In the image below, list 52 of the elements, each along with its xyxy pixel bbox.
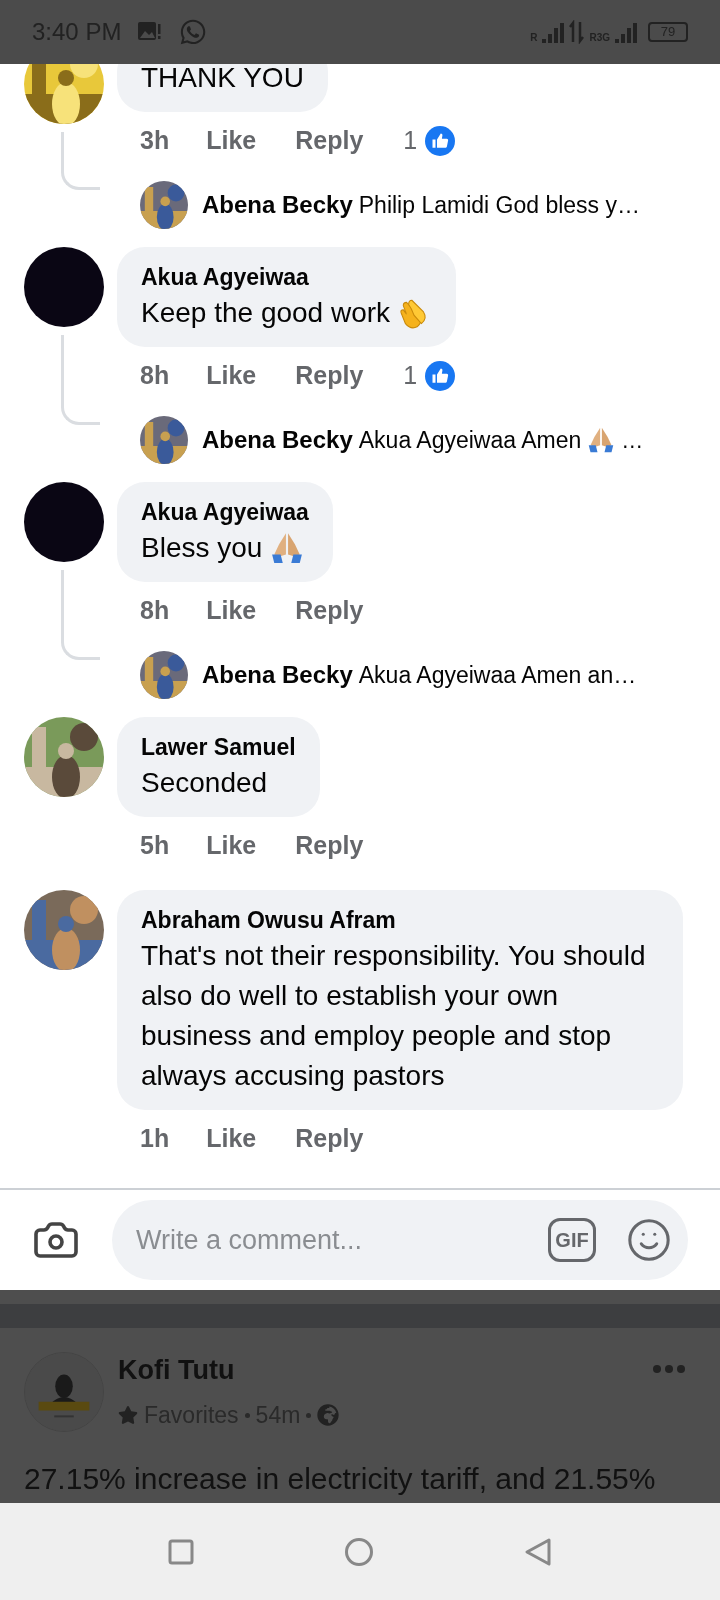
reply-link[interactable]: Reply [295,357,364,395]
reply-link[interactable]: Reply [295,122,364,160]
whatsapp-icon [179,18,208,46]
comment-text: Seconded [141,766,268,800]
reply-author[interactable]: Abena Becky [202,187,353,223]
globe-icon [317,1404,340,1427]
reply-author[interactable]: Abena Becky [202,657,353,693]
like-link[interactable]: Like [206,122,257,160]
like-reaction-icon [425,361,456,391]
like-link[interactable]: Like [206,827,257,865]
reply-text: Akua Agyeiwaa Amen [358,425,582,455]
commenter-name[interactable]: Abraham Owusu Afram [141,904,659,936]
reply-text: Philip Lamidi God bless y… [358,190,640,220]
like-count: 1 [403,125,418,157]
comment-text: Keep the good work [141,296,391,330]
praying-hands-icon [270,531,305,565]
comment-time: 8h [140,360,170,392]
ellipsis: … [621,426,644,455]
emoji-icon[interactable] [626,1217,672,1263]
praying-hands-icon [587,426,616,454]
comment-time: 1h [140,1123,170,1155]
comment-text: THANK YOU [141,64,304,95]
commenter-name[interactable]: Akua Agyeiwaa [141,261,433,293]
reply-author[interactable]: Abena Becky [202,422,353,458]
like-link[interactable]: Like [206,1120,257,1158]
comment-text: That's not their responsibility. You should also do well to establish your own business and employ people and stop always accusing pastors [141,939,647,1093]
signal-icon [614,20,638,44]
back-icon[interactable] [524,1536,552,1567]
like-link[interactable]: Like [206,592,257,630]
like-count: 1 [403,360,418,392]
commenter-name[interactable]: Lawer Samuel [141,731,296,763]
comment-time: 8h [140,595,170,627]
gif-button[interactable]: GIF [548,1218,596,1262]
comment-time: 3h [140,125,170,157]
signal-icon [541,20,566,44]
like-link[interactable]: Like [206,357,257,395]
star-icon [118,1405,138,1426]
gallery-icon [137,21,164,43]
comment-input-field[interactable]: Write a comment... GIF [112,1200,688,1280]
home-icon[interactable] [344,1536,374,1567]
reply-text: Akua Agyeiwaa Amen an… [358,660,637,690]
thread-line [61,132,100,190]
reply-link[interactable]: Reply [295,592,364,630]
data-arrows-icon [569,20,586,44]
comment-text: Bless you [141,531,263,565]
comment-time: 5h [140,830,170,862]
post-text: 27.15% increase in electricity tariff, and 21.55% [23,1460,657,1497]
recent-apps-icon[interactable] [168,1538,194,1565]
reply-link[interactable]: Reply [295,827,364,865]
like-reaction-icon [425,126,456,156]
reply-link[interactable]: Reply [295,1120,364,1158]
commenter-name[interactable]: Akua Agyeiwaa [141,496,309,528]
